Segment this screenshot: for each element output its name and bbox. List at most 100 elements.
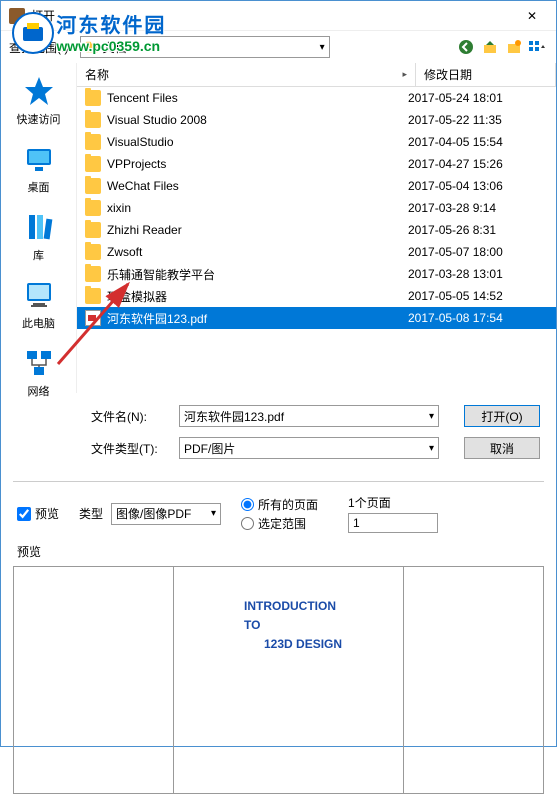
folder-icon <box>85 200 101 216</box>
file-name: Visual Studio 2008 <box>107 113 408 127</box>
file-date: 2017-04-27 15:26 <box>408 157 548 171</box>
file-row[interactable]: VisualStudio2017-04-05 15:54 <box>77 131 556 153</box>
file-date: 2017-05-05 14:52 <box>408 289 548 303</box>
preview-pane-right <box>403 567 543 793</box>
file-row[interactable]: 玩盒模拟器2017-05-05 14:52 <box>77 285 556 307</box>
file-date: 2017-05-26 8:31 <box>408 223 548 237</box>
file-row[interactable]: VPProjects2017-04-27 15:26 <box>77 153 556 175</box>
folder-icon <box>85 90 101 106</box>
file-row[interactable]: Tencent Files2017-05-24 18:01 <box>77 87 556 109</box>
file-name: Zwsoft <box>107 245 408 259</box>
type-label: 类型 <box>79 505 103 522</box>
file-date: 2017-05-04 13:06 <box>408 179 548 193</box>
page-input[interactable] <box>348 513 438 533</box>
file-row[interactable]: xixin2017-03-28 9:14 <box>77 197 556 219</box>
filetype-label: 文件类型(T): <box>91 440 167 457</box>
preview-panes: INTRODUCTION TO 123D DESIGN <box>13 566 544 794</box>
file-list-header: 名称 ▸ 修改日期 <box>77 63 556 87</box>
app-icon <box>9 8 25 24</box>
filename-input[interactable]: ▾ <box>179 405 439 427</box>
file-name: 乐辅通智能教学平台 <box>107 266 408 283</box>
scope-label: 查找范围(I): <box>9 39 72 56</box>
main-area: 快速访问 桌面 库 此电脑 网络 名称 ▸ 修改日期 Ten <box>1 63 556 393</box>
radio-all-pages[interactable]: 所有的页面 <box>241 496 318 513</box>
radio-range[interactable]: 选定范围 <box>241 515 318 532</box>
page-count-label: 1个页面 <box>348 494 438 511</box>
file-area: 名称 ▸ 修改日期 Tencent Files2017-05-24 18:01V… <box>77 63 556 393</box>
file-date: 2017-05-07 18:00 <box>408 245 548 259</box>
file-name: xixin <box>107 201 408 215</box>
file-name: 玩盒模拟器 <box>107 288 408 305</box>
chevron-down-icon[interactable]: ▾ <box>429 411 434 422</box>
folder-icon <box>85 266 101 282</box>
file-date: 2017-05-08 17:54 <box>408 311 548 325</box>
file-date: 2017-03-28 13:01 <box>408 267 548 281</box>
preview-pane-center: INTRODUCTION TO 123D DESIGN <box>174 567 403 793</box>
file-date: 2017-05-22 11:35 <box>408 113 548 127</box>
close-button[interactable]: ✕ <box>516 4 548 28</box>
folder-icon <box>85 288 101 304</box>
file-name: Zhizhi Reader <box>107 223 408 237</box>
desktop-icon <box>23 143 55 175</box>
file-date: 2017-05-24 18:01 <box>408 91 548 105</box>
preview-checkbox[interactable]: 预览 <box>17 505 59 522</box>
file-row[interactable]: 乐辅通智能教学平台2017-03-28 13:01 <box>77 263 556 285</box>
sidebar-item-this-pc[interactable]: 此电脑 <box>1 271 76 339</box>
pdf-preview-text: INTRODUCTION TO 123D DESIGN <box>194 597 383 655</box>
sidebar-item-libraries[interactable]: 库 <box>1 203 76 271</box>
scope-combobox[interactable]: 文档 ▾ <box>80 36 330 58</box>
view-icon[interactable] <box>528 37 548 57</box>
bottom-inputs: 文件名(N): ▾ 打开(O) 文件类型(T): PDF/图片 ▾ 取消 <box>1 393 556 477</box>
preview-controls: 预览 类型 图像/图像PDF ▾ 所有的页面 选定范围 1个页面 <box>1 486 556 541</box>
pdf-icon <box>85 310 101 326</box>
libraries-icon <box>23 211 55 243</box>
filename-label: 文件名(N): <box>91 408 167 425</box>
folder-icon <box>85 156 101 172</box>
toolbar: 查找范围(I): 文档 ▾ <box>1 31 556 63</box>
folder-icon <box>85 40 99 54</box>
file-name: Tencent Files <box>107 91 408 105</box>
column-header-date[interactable]: 修改日期 <box>416 63 556 86</box>
back-icon[interactable] <box>456 37 476 57</box>
file-row[interactable]: WeChat Files2017-05-04 13:06 <box>77 175 556 197</box>
divider <box>13 481 544 482</box>
titlebar: 打开 ✕ <box>1 1 556 31</box>
star-icon <box>23 75 55 107</box>
chevron-down-icon[interactable]: ▾ <box>211 508 216 519</box>
file-date: 2017-03-28 9:14 <box>408 201 548 215</box>
sidebar-item-desktop[interactable]: 桌面 <box>1 135 76 203</box>
file-row[interactable]: Zwsoft2017-05-07 18:00 <box>77 241 556 263</box>
preview-section-label: 预览 <box>1 541 556 562</box>
network-icon <box>23 347 55 379</box>
window-title: 打开 <box>31 7 516 24</box>
preview-pane-left <box>14 567 174 793</box>
folder-icon <box>85 222 101 238</box>
sidebar: 快速访问 桌面 库 此电脑 网络 <box>1 63 77 393</box>
folder-icon <box>85 178 101 194</box>
file-name: 河东软件园123.pdf <box>107 310 408 327</box>
file-date: 2017-04-05 15:54 <box>408 135 548 149</box>
folder-icon <box>85 112 101 128</box>
file-row[interactable]: Visual Studio 20082017-05-22 11:35 <box>77 109 556 131</box>
open-button[interactable]: 打开(O) <box>464 405 540 427</box>
sidebar-item-quick-access[interactable]: 快速访问 <box>1 67 76 135</box>
cancel-button[interactable]: 取消 <box>464 437 540 459</box>
sidebar-item-network[interactable]: 网络 <box>1 339 76 407</box>
chevron-down-icon[interactable]: ▾ <box>429 443 434 454</box>
folder-icon <box>85 134 101 150</box>
file-name: VisualStudio <box>107 135 408 149</box>
filetype-combobox[interactable]: PDF/图片 ▾ <box>179 437 439 459</box>
up-icon[interactable] <box>480 37 500 57</box>
file-list[interactable]: Tencent Files2017-05-24 18:01Visual Stud… <box>77 87 556 393</box>
chevron-down-icon: ▾ <box>320 42 325 53</box>
file-row[interactable]: 河东软件园123.pdf2017-05-08 17:54 <box>77 307 556 329</box>
folder-icon <box>85 244 101 260</box>
type-combobox[interactable]: 图像/图像PDF ▾ <box>111 503 221 525</box>
column-header-name[interactable]: 名称 ▸ <box>77 63 416 86</box>
new-folder-icon[interactable] <box>504 37 524 57</box>
file-name: VPProjects <box>107 157 408 171</box>
sort-arrow-icon: ▸ <box>402 69 407 80</box>
computer-icon <box>23 279 55 311</box>
file-row[interactable]: Zhizhi Reader2017-05-26 8:31 <box>77 219 556 241</box>
file-name: WeChat Files <box>107 179 408 193</box>
